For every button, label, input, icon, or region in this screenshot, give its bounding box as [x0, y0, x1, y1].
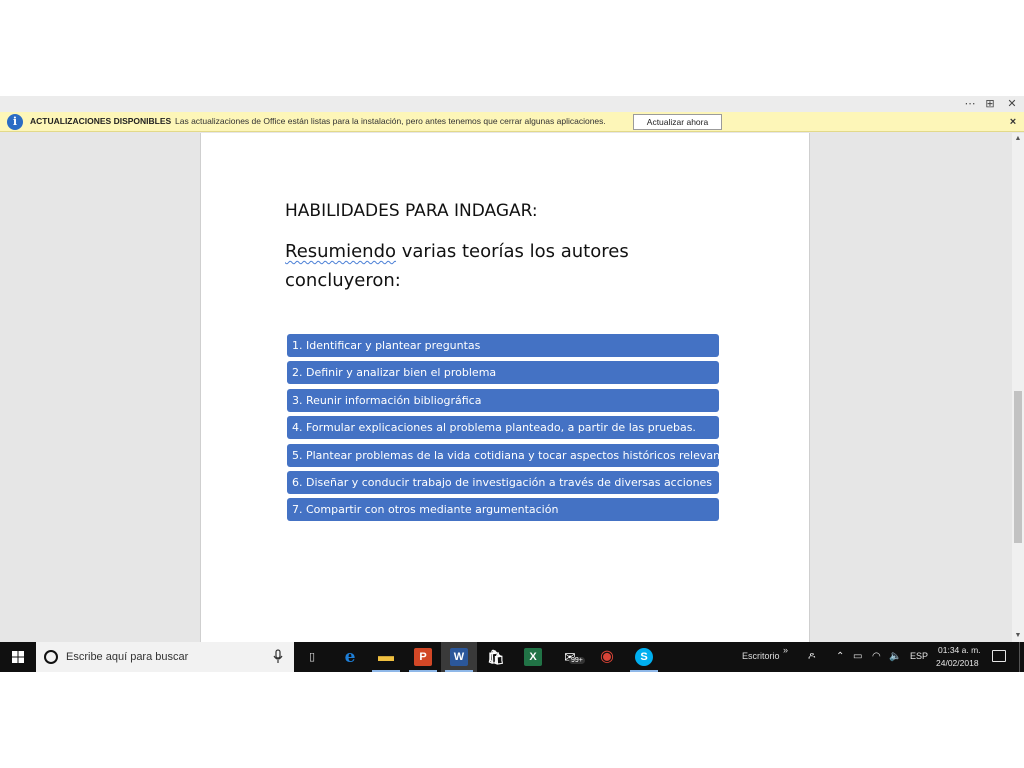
vertical-scrollbar[interactable]: ▲ ▼	[1012, 133, 1024, 642]
close-notification-icon[interactable]: ×	[1005, 114, 1021, 130]
action-center-icon[interactable]	[992, 650, 1006, 662]
windows-logo-icon	[12, 651, 24, 663]
edge-button[interactable]: e	[332, 642, 368, 672]
notification-message: Las actualizaciones de Office están list…	[175, 116, 606, 126]
volume-icon[interactable]: 🔈	[889, 649, 901, 665]
excel-icon: X	[524, 648, 542, 666]
scroll-up-icon[interactable]: ▲	[1012, 133, 1024, 145]
show-hidden-icons-chevron-icon[interactable]: ⌃	[836, 649, 844, 665]
store-button[interactable]: 🛍	[478, 642, 514, 672]
screen: ⋯ ⊞ ✕ i ACTUALIZACIONES DISPONIBLES Las …	[0, 96, 1024, 672]
cortana-icon	[44, 650, 58, 664]
chrome-button[interactable]: ◉	[589, 642, 625, 672]
page-heading: HABILIDADES PARA INDAGAR:	[285, 201, 538, 221]
update-notification-bar: i ACTUALIZACIONES DISPONIBLES Las actual…	[0, 112, 1024, 132]
list-item[interactable]: 7. Compartir con otros mediante argument…	[287, 498, 719, 522]
skills-list: 1. Identificar y plantear preguntas 2. D…	[287, 334, 719, 526]
battery-icon[interactable]: ▭	[853, 649, 862, 665]
document-area[interactable]: HABILIDADES PARA INDAGAR: Resumiendo var…	[0, 133, 1012, 642]
word-button[interactable]: W	[441, 642, 477, 672]
info-icon: i	[7, 114, 23, 130]
microphone-icon[interactable]	[272, 649, 284, 665]
word-icon: W	[450, 648, 468, 666]
file-explorer-button[interactable]: ▬	[368, 642, 404, 672]
spelling-flagged-word[interactable]: Resumiendo	[285, 241, 396, 262]
skype-button[interactable]: S	[626, 642, 662, 672]
show-desktop-button[interactable]	[1019, 642, 1024, 672]
desktop-toolbar-label[interactable]: Escritorio	[742, 651, 780, 661]
mail-button[interactable]: ✉ 99+	[552, 642, 588, 672]
chrome-icon: ◉	[600, 648, 614, 665]
clock-date[interactable]: 24/02/2018	[936, 658, 979, 668]
list-item[interactable]: 3. Reunir información bibliográfica	[287, 388, 719, 412]
task-view-icon: ▯	[308, 651, 316, 663]
scrollbar-thumb[interactable]	[1014, 391, 1022, 543]
excel-button[interactable]: X	[515, 642, 551, 672]
people-icon[interactable]: ዶ	[808, 649, 815, 665]
list-item[interactable]: 5. Plantear problemas de la vida cotidia…	[287, 443, 719, 467]
scroll-down-icon[interactable]: ▼	[1012, 630, 1024, 642]
powerpoint-icon: P	[414, 648, 432, 666]
title-bar: ⋯ ⊞ ✕	[0, 96, 1024, 112]
store-icon: 🛍	[487, 649, 505, 665]
task-view-button[interactable]: ▯	[294, 642, 330, 672]
input-language[interactable]: ESP	[910, 651, 928, 661]
intro-paragraph: Resumiendo varias teorías los autores co…	[285, 237, 665, 295]
start-button[interactable]	[0, 642, 36, 672]
file-explorer-icon: ▬	[378, 648, 394, 665]
list-item[interactable]: 1. Identificar y plantear preguntas	[287, 334, 719, 357]
mail-badge: 99+	[569, 657, 585, 664]
restore-icon[interactable]: ⊞	[980, 96, 1000, 112]
powerpoint-button[interactable]: P	[405, 642, 441, 672]
clock-time[interactable]: 01:34 a. m.	[938, 645, 981, 655]
close-window-icon[interactable]: ✕	[1002, 96, 1022, 112]
desktop-toolbar-chevron-icon[interactable]: »	[783, 645, 788, 655]
wifi-icon[interactable]: ◠	[872, 649, 881, 665]
taskbar-search[interactable]: Escribe aquí para buscar	[36, 642, 294, 672]
document-page[interactable]: HABILIDADES PARA INDAGAR: Resumiendo var…	[200, 133, 810, 642]
skype-icon: S	[635, 648, 653, 666]
list-item[interactable]: 2. Definir y analizar bien el problema	[287, 361, 719, 385]
list-item[interactable]: 6. Diseñar y conducir trabajo de investi…	[287, 470, 719, 494]
edge-icon: e	[344, 647, 356, 667]
update-now-button[interactable]: Actualizar ahora	[633, 114, 722, 130]
search-placeholder: Escribe aquí para buscar	[66, 651, 189, 663]
notification-title: ACTUALIZACIONES DISPONIBLES	[30, 116, 172, 126]
taskbar: Escribe aquí para buscar ▯ e ▬ P W 🛍 X 9…	[0, 642, 1024, 672]
list-item[interactable]: 4. Formular explicaciones al problema pl…	[287, 416, 719, 440]
more-options-icon[interactable]: ⋯	[960, 96, 980, 112]
